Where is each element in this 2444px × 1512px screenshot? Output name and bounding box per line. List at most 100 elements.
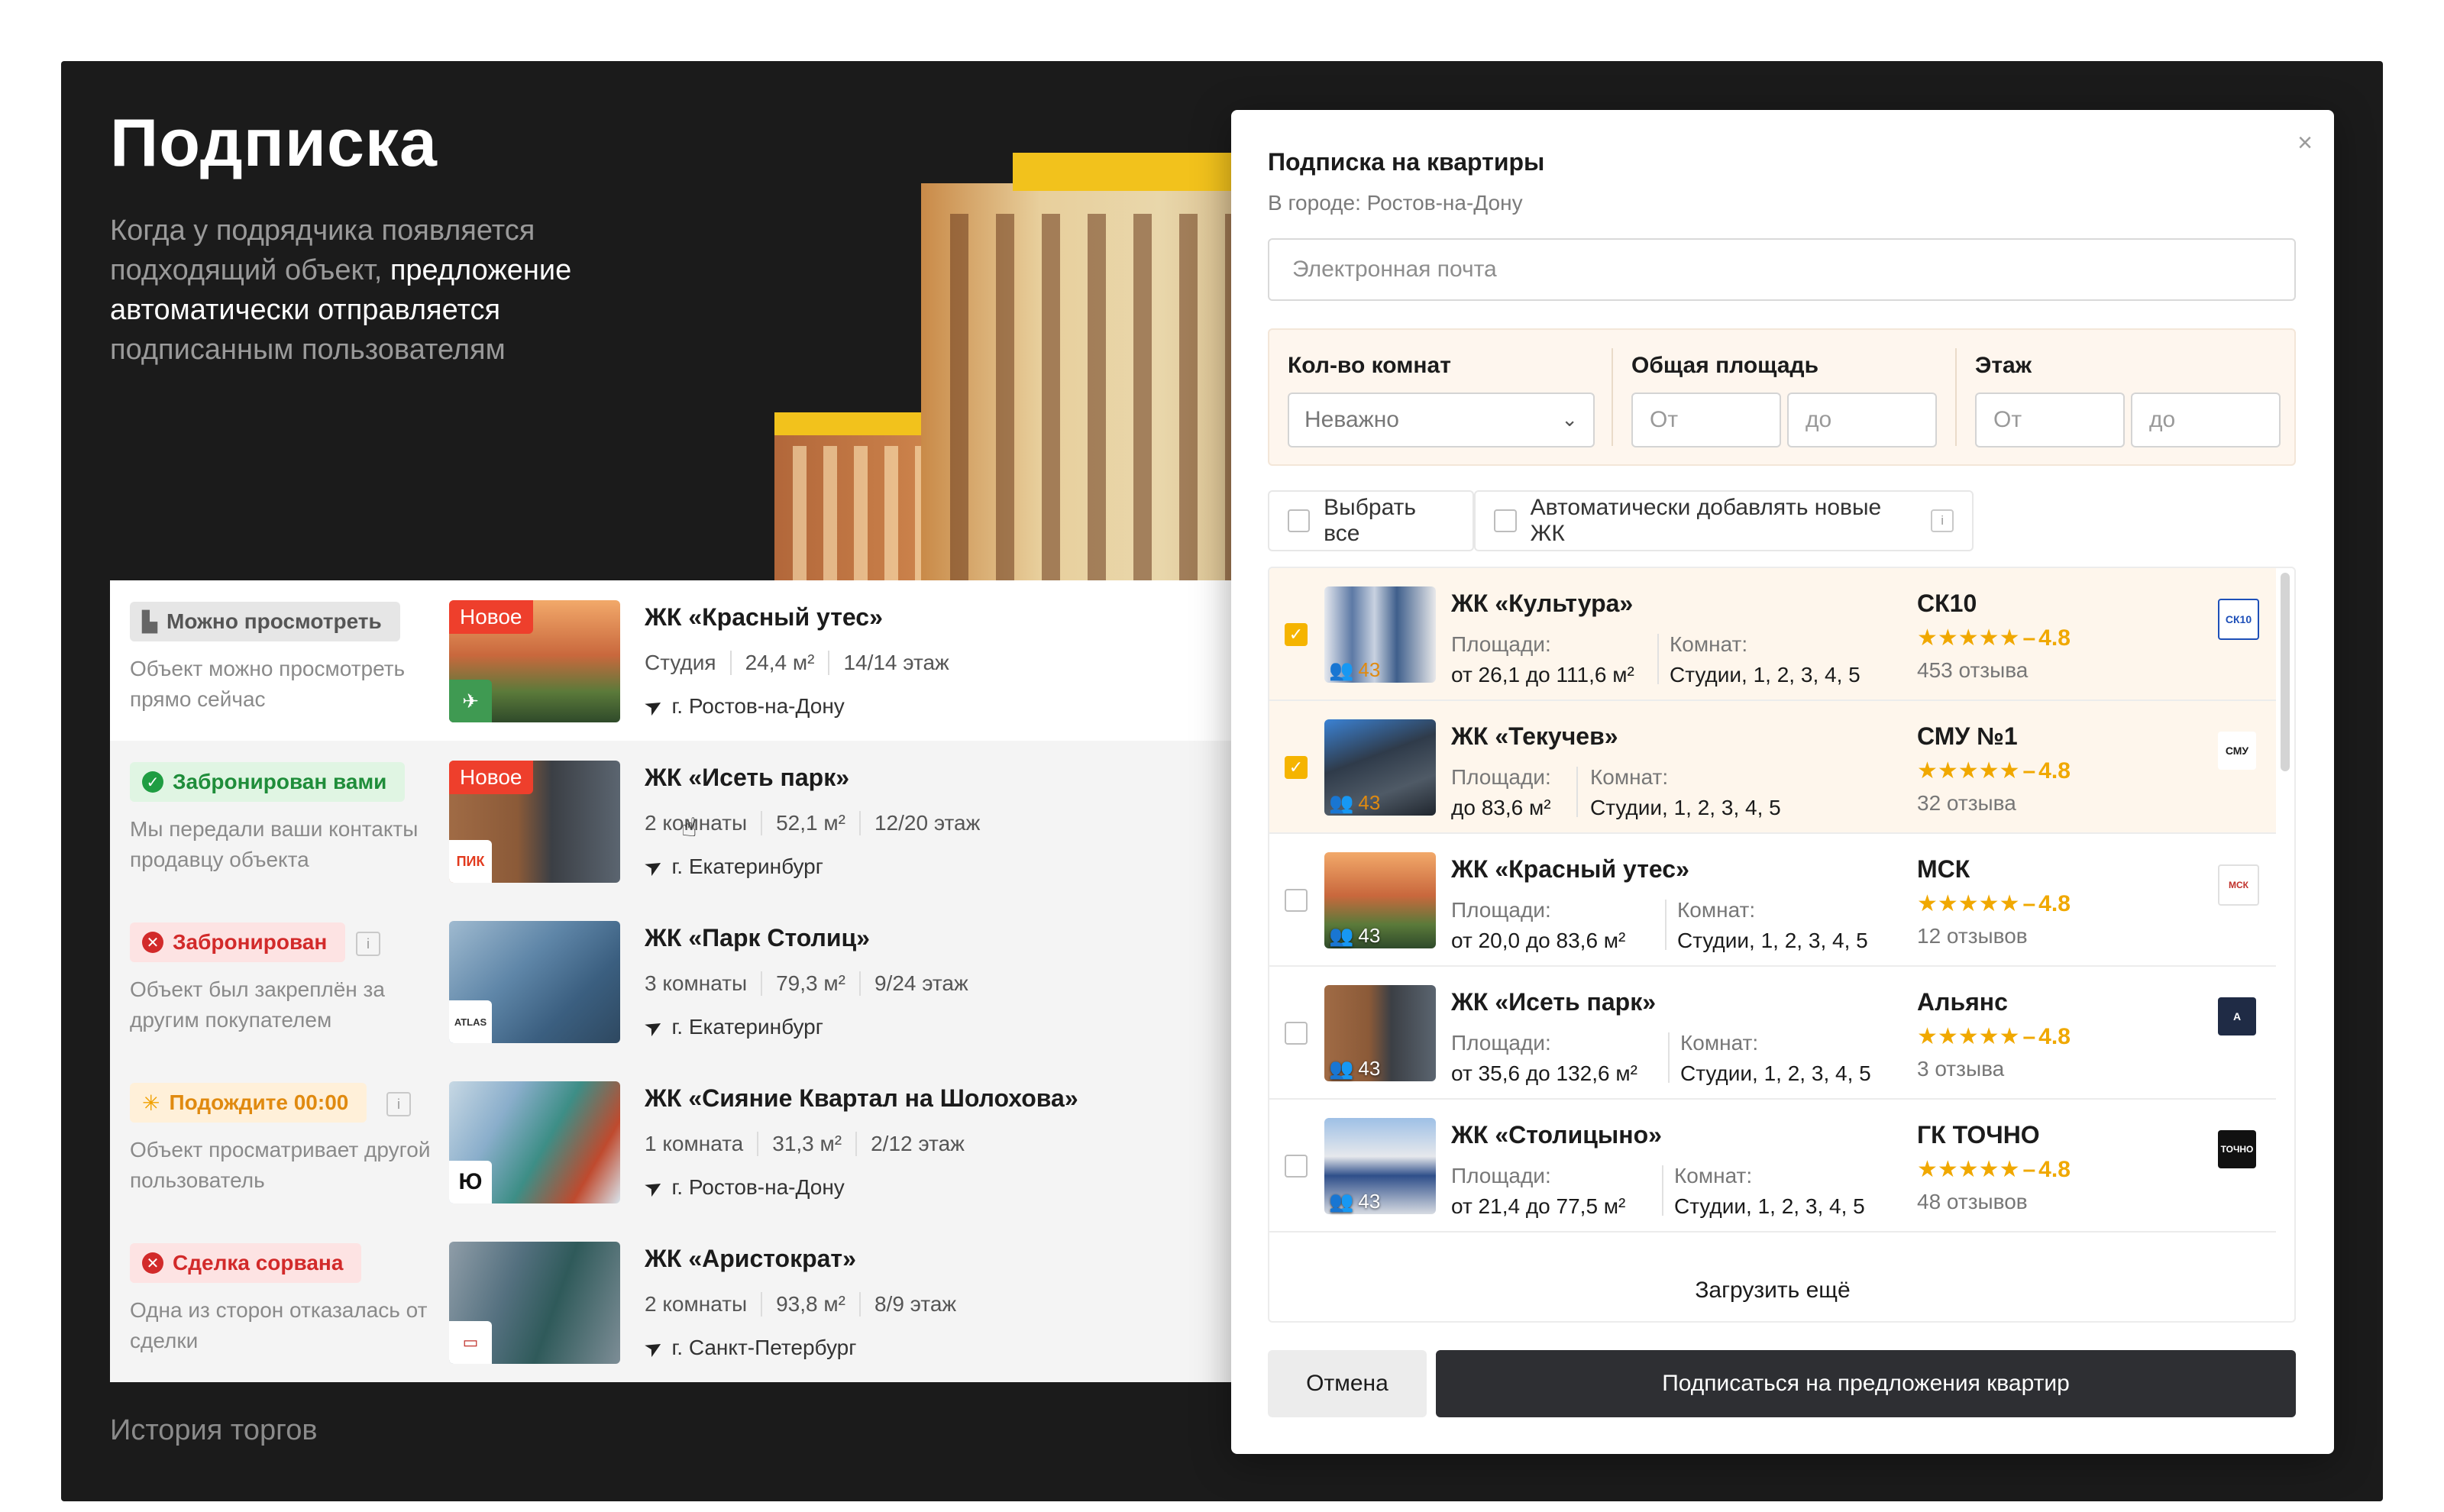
email-field[interactable] <box>1268 238 2296 301</box>
meta-rooms: 2 комнаты <box>645 1292 748 1316</box>
list-item[interactable]: ✕ Забронирован i Объект был закреплён за… <box>110 901 1233 1063</box>
status-note: Объект можно просмотреть прямо сейчас <box>130 657 406 711</box>
project-row[interactable]: 👥 43 ЖК «Столицыно» Площади: от 21,4 до 7… <box>1269 1100 2276 1233</box>
property-name[interactable]: ЖК «Аристократ» <box>645 1245 856 1273</box>
project-row[interactable]: 👥 43 ЖК «Красный утес» Площади: от 20,0 д… <box>1269 834 2276 967</box>
subscribe-button[interactable]: Подписаться на предложения квартир <box>1436 1350 2296 1417</box>
property-city: ➤ г. Ростов-на-Дону <box>640 1172 845 1202</box>
history-link[interactable]: История торгов <box>110 1414 318 1447</box>
city-label: г. Екатеринбург <box>671 1014 823 1039</box>
rooms-label: Комнат: <box>1590 765 1669 789</box>
developer-logo-icon: ▭ <box>449 1321 492 1364</box>
area-filter-label: Общая площадь <box>1631 353 1819 378</box>
status-note: Мы передали ваши контакты продавцу объек… <box>130 817 419 871</box>
location-arrow-icon: ➤ <box>639 1012 668 1042</box>
checkbox[interactable] <box>1285 1155 1308 1178</box>
rooms-value: Студии, 1, 2, 3, 4, 5 <box>1590 796 1781 819</box>
developer-name: МСК <box>1917 855 1970 883</box>
status-label: Забронирован вами <box>173 770 387 793</box>
auto-add-checkbox[interactable]: Автоматически добавлять новые ЖК i <box>1474 490 1974 551</box>
floor-filter-label: Этаж <box>1975 353 2032 378</box>
load-more-button[interactable]: Загрузить ещё <box>1269 1260 2276 1321</box>
status-badge: ✳ Подождите 00:00 <box>130 1083 367 1123</box>
area-to-input[interactable] <box>1787 393 1937 447</box>
project-row[interactable]: ✓ 👥 43 ЖК «Культура» Площади: от 26,1 до … <box>1269 568 2276 701</box>
chevron-down-icon: ⌄ <box>1561 408 1578 431</box>
page-title: Подписка <box>110 105 438 180</box>
list-item[interactable]: ✓ Забронирован вами Мы передали ваши кон… <box>110 741 1233 903</box>
area-value: от 35,6 до 132,6 м² <box>1451 1061 1637 1085</box>
filters-panel: Кол-во комнат Неважно ⌄ Общая площадь Эт… <box>1268 328 2296 466</box>
bird-logo-icon: ✈ <box>449 680 492 722</box>
meta-rooms: 1 комната <box>645 1132 744 1155</box>
meta-rooms: 3 комнаты <box>645 971 748 995</box>
rating-value: 4.8 <box>2038 758 2071 783</box>
meta-floor: 14/14 этаж <box>828 651 962 675</box>
info-icon[interactable]: i <box>356 932 380 956</box>
info-icon[interactable]: i <box>1931 509 1954 532</box>
area-value: от 26,1 до 111,6 м² <box>1451 663 1634 687</box>
info-icon[interactable]: i <box>386 1092 411 1116</box>
reviews-count: 32 отзыва <box>1917 791 2016 815</box>
list-item[interactable]: ✳ Подождите 00:00 i Объект просматривает… <box>110 1061 1233 1223</box>
stars-icon: ★★★★★ <box>1917 625 2020 651</box>
property-city: ➤ г. Санкт-Петербург <box>640 1333 857 1362</box>
meta-area: 52,1 м² <box>761 811 859 835</box>
select-all-label: Выбрать все <box>1324 495 1417 546</box>
rating: ★★★★★ –4.8 <box>1917 1156 2071 1183</box>
rooms-select[interactable]: Неважно ⌄ <box>1288 393 1595 447</box>
modal-subtitle: В городе: Ростов-на-Дону <box>1268 191 1523 215</box>
rooms-value: Студии, 1, 2, 3, 4, 5 <box>1670 663 1860 687</box>
rating: ★★★★★ –4.8 <box>1917 758 2071 784</box>
property-name[interactable]: ЖК «Парк Столиц» <box>645 924 870 952</box>
city-label: г. Санкт-Петербург <box>671 1335 857 1359</box>
rooms-value: Студии, 1, 2, 3, 4, 5 <box>1674 1194 1865 1218</box>
checkbox[interactable] <box>1285 889 1308 912</box>
rating-value: 4.8 <box>2038 1156 2071 1182</box>
auto-add-label: Автоматически добавлять новые ЖК <box>1530 495 1882 546</box>
project-row[interactable]: ✓ 👥 43 ЖК «Текучев» Площади: до 83,6 м² К… <box>1269 701 2276 834</box>
users-icon: 👥 <box>1329 658 1354 681</box>
checkbox-checked[interactable]: ✓ <box>1285 756 1308 779</box>
loading-icon: ✳ <box>142 1090 160 1115</box>
list-item[interactable]: ▙ Можно просмотреть Объект можно просмот… <box>110 580 1233 742</box>
meta-floor: 9/24 этаж <box>858 971 982 996</box>
status-label: Подождите 00:00 <box>169 1090 349 1114</box>
floor-to-input[interactable] <box>2131 393 2281 447</box>
list-item[interactable]: ✕ Сделка сорвана Одна из сторон отказала… <box>110 1222 1233 1382</box>
select-all-checkbox[interactable]: Выбрать все <box>1268 490 1474 551</box>
status-badge: ✓ Забронирован вами <box>130 762 406 802</box>
property-name[interactable]: ЖК «Сияние Квартал на Шолохова» <box>645 1084 1078 1113</box>
property-name[interactable]: ЖК «Исеть парк» <box>645 764 849 792</box>
meta-floor: 12/20 этаж <box>858 811 994 835</box>
checkbox[interactable] <box>1494 509 1517 532</box>
location-arrow-icon: ➤ <box>639 1172 668 1202</box>
project-row[interactable]: 👥 43 ЖК «Исеть парк» Площади: от 35,6 до … <box>1269 967 2276 1100</box>
close-icon[interactable]: × <box>2297 128 2313 158</box>
checkbox-checked[interactable]: ✓ <box>1285 623 1308 646</box>
reviews-count: 48 отзывов <box>1917 1190 2028 1213</box>
floor-from-input[interactable] <box>1975 393 2125 447</box>
meta-area: 31,3 м² <box>757 1132 855 1156</box>
rooms-select-value: Неважно <box>1304 407 1399 432</box>
area-label: Площади: <box>1451 898 1551 922</box>
users-icon: 👥 <box>1329 924 1354 947</box>
developer-logo: СК10 <box>2218 599 2259 640</box>
developer-logo: СМУ <box>2218 732 2256 770</box>
status-label: Можно просмотреть <box>166 609 382 633</box>
property-name[interactable]: ЖК «Красный утес» <box>645 603 883 632</box>
meta-floor: 2/12 этаж <box>855 1132 978 1156</box>
location-arrow-icon: ➤ <box>639 691 668 721</box>
project-name: ЖК «Исеть парк» <box>1451 988 1657 1016</box>
developer-logo: A <box>2218 997 2256 1035</box>
area-from-input[interactable] <box>1631 393 1781 447</box>
property-meta: 1 комната 31,3 м² 2/12 этаж <box>645 1132 978 1156</box>
checkbox[interactable] <box>1285 1022 1308 1045</box>
status-note: Объект просматривает другой пользователь <box>130 1138 431 1192</box>
status-label: Забронирован <box>173 930 328 954</box>
count-value: 43 <box>1358 1190 1381 1213</box>
checkbox[interactable] <box>1288 509 1311 532</box>
scrollbar[interactable] <box>2281 573 2290 771</box>
developer-name: СК10 <box>1917 590 1977 617</box>
cancel-button[interactable]: Отмена <box>1268 1350 1427 1417</box>
